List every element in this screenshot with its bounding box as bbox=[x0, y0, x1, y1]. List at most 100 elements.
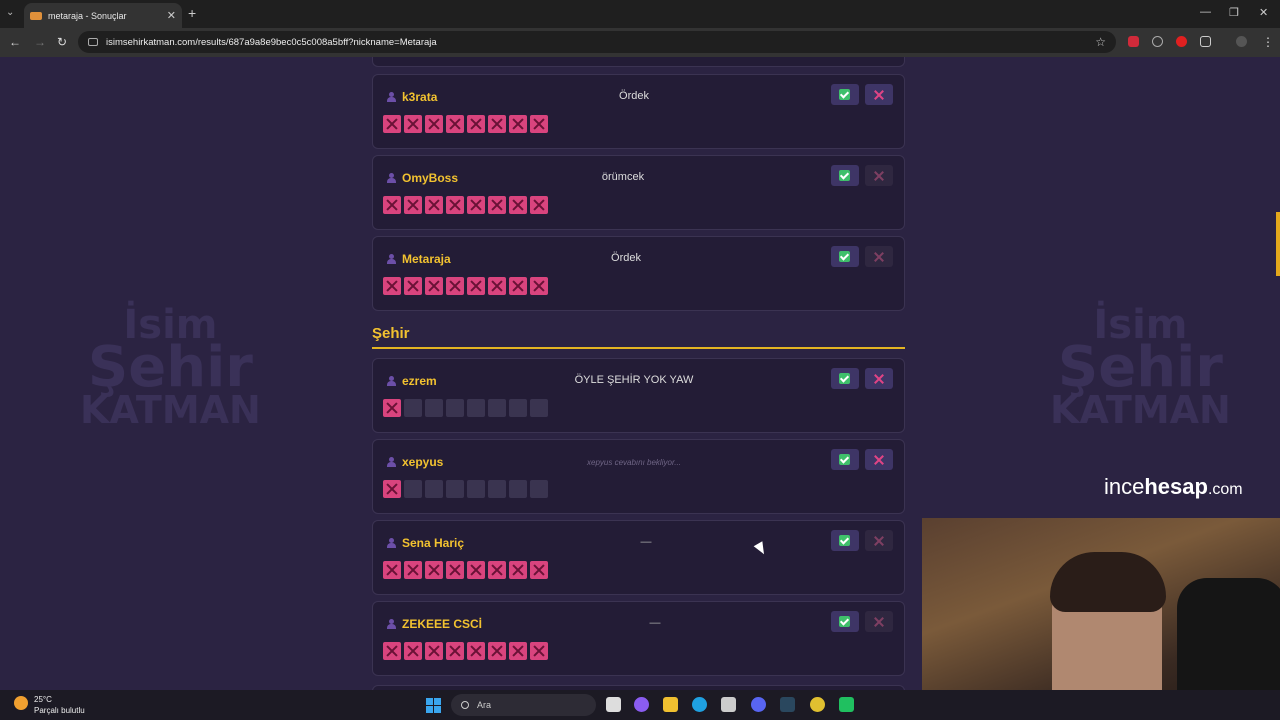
restore-button[interactable]: ❐ bbox=[1229, 6, 1239, 19]
shield-icon[interactable] bbox=[1152, 36, 1163, 47]
approve-button[interactable] bbox=[831, 246, 859, 267]
player-answer: — bbox=[649, 617, 661, 629]
check-icon bbox=[839, 454, 850, 465]
reject-button[interactable] bbox=[865, 84, 893, 105]
reload-icon[interactable]: ↻ bbox=[57, 35, 67, 49]
discord-icon[interactable] bbox=[751, 697, 766, 712]
user-icon bbox=[387, 457, 396, 467]
streaming-app-icon[interactable] bbox=[839, 697, 854, 712]
taskbar-search-placeholder: Ara bbox=[477, 700, 492, 710]
player-name: ZEKEEE CSCİ bbox=[387, 617, 482, 631]
puzzle-icon[interactable] bbox=[1200, 36, 1211, 47]
player-answer: Ördek bbox=[619, 90, 649, 102]
vote-reject-box bbox=[509, 642, 527, 660]
forward-icon[interactable]: → bbox=[34, 35, 46, 49]
vote-boxes bbox=[383, 561, 548, 579]
tab-title: metaraja - Sonuçlar bbox=[48, 10, 127, 21]
store-icon[interactable] bbox=[721, 697, 736, 712]
vote-reject-box bbox=[467, 196, 485, 214]
check-icon bbox=[839, 373, 850, 384]
edge-icon[interactable] bbox=[692, 697, 707, 712]
vote-empty-box bbox=[530, 399, 548, 417]
address-bar-row: ← → ↻ isimsehirkatman.com/results/687a9a… bbox=[0, 28, 1280, 57]
approve-button[interactable] bbox=[831, 165, 859, 186]
vote-reject-box bbox=[383, 115, 401, 133]
player-name: OmyBoss bbox=[387, 171, 458, 185]
player-answer-card: xepyus xepyus cevabını bekliyor... bbox=[372, 439, 905, 514]
taskbar-search[interactable]: Ara bbox=[451, 694, 596, 716]
task-view-icon[interactable] bbox=[606, 697, 621, 712]
minimize-button[interactable]: — bbox=[1200, 6, 1211, 18]
player-name: Sena Hariç bbox=[387, 536, 464, 550]
close-window-button[interactable]: ✕ bbox=[1259, 6, 1268, 19]
vote-empty-box bbox=[488, 399, 506, 417]
bookmark-star-icon[interactable]: ☆ bbox=[1095, 35, 1106, 49]
profile-avatar[interactable] bbox=[1236, 36, 1247, 47]
chrome-icon[interactable] bbox=[810, 697, 825, 712]
player-answer: örümcek bbox=[601, 171, 645, 183]
user-icon bbox=[387, 376, 396, 386]
approve-button[interactable] bbox=[831, 530, 859, 551]
reject-button[interactable] bbox=[865, 449, 893, 470]
player-answer-card: OmyBoss örümcek bbox=[372, 155, 905, 230]
vote-empty-box bbox=[446, 399, 464, 417]
approve-button[interactable] bbox=[831, 449, 859, 470]
background-logo-left: İsim Şehir KATMAN bbox=[80, 302, 261, 433]
weather-widget[interactable]: 25°C Parçalı bulutlu bbox=[34, 694, 85, 716]
reject-button[interactable] bbox=[865, 165, 893, 186]
check-icon bbox=[839, 170, 850, 181]
player-answer-card: Metaraja Ördek bbox=[372, 236, 905, 311]
file-explorer-icon[interactable] bbox=[663, 697, 678, 712]
vote-reject-box bbox=[404, 277, 422, 295]
vote-reject-box bbox=[446, 561, 464, 579]
vote-reject-box bbox=[467, 561, 485, 579]
extension-icon-2[interactable] bbox=[1176, 36, 1187, 47]
url-field[interactable]: isimsehirkatman.com/results/687a9a8e9bec… bbox=[78, 31, 1116, 53]
player-answer: xepyus cevabını bekliyor... bbox=[587, 458, 681, 467]
weather-condition: Parçalı bulutlu bbox=[34, 706, 85, 715]
player-answer-card: Sena Hariç — bbox=[372, 520, 905, 595]
copilot-icon[interactable] bbox=[634, 697, 649, 712]
reject-button[interactable] bbox=[865, 530, 893, 551]
player-name-text: Metaraja bbox=[402, 252, 451, 266]
vote-reject-box bbox=[383, 480, 401, 498]
player-name-text: k3rata bbox=[402, 90, 438, 104]
approve-button[interactable] bbox=[831, 84, 859, 105]
reject-button[interactable] bbox=[865, 246, 893, 267]
user-icon bbox=[387, 254, 396, 264]
vote-boxes bbox=[383, 277, 548, 295]
extension-icon[interactable] bbox=[1128, 36, 1139, 47]
vote-reject-box bbox=[383, 399, 401, 417]
vote-reject-box bbox=[404, 196, 422, 214]
back-icon[interactable]: ← bbox=[9, 35, 21, 49]
vote-reject-box bbox=[425, 196, 443, 214]
vote-reject-box bbox=[425, 115, 443, 133]
vote-reject-box bbox=[488, 196, 506, 214]
vote-reject-box bbox=[467, 115, 485, 133]
new-tab-button[interactable]: + bbox=[188, 5, 196, 21]
tab-search-icon[interactable]: ⌄ bbox=[6, 7, 14, 18]
vote-empty-box bbox=[530, 480, 548, 498]
scrollbar-thumb[interactable] bbox=[1276, 212, 1280, 276]
vote-reject-box bbox=[509, 115, 527, 133]
weather-icon[interactable] bbox=[14, 696, 28, 710]
weather-temperature: 25°C bbox=[34, 695, 52, 704]
reject-button[interactable] bbox=[865, 611, 893, 632]
vote-reject-box bbox=[530, 277, 548, 295]
user-icon bbox=[387, 538, 396, 548]
approve-button[interactable] bbox=[831, 611, 859, 632]
steam-icon[interactable] bbox=[780, 697, 795, 712]
player-name-text: xepyus bbox=[402, 455, 444, 469]
sponsor-brand-overlay: incehesap.com bbox=[1104, 474, 1243, 499]
player-name: Metaraja bbox=[387, 252, 451, 266]
site-info-icon[interactable] bbox=[88, 38, 98, 46]
user-icon bbox=[387, 173, 396, 183]
vote-reject-box bbox=[404, 115, 422, 133]
browser-tab[interactable]: metaraja - Sonuçlar ✕ bbox=[24, 3, 182, 28]
close-tab-icon[interactable]: ✕ bbox=[167, 9, 176, 22]
start-windows-icon[interactable] bbox=[426, 698, 441, 713]
menu-dots-icon[interactable]: ⋮ bbox=[1262, 35, 1274, 49]
approve-button[interactable] bbox=[831, 368, 859, 389]
reject-button[interactable] bbox=[865, 368, 893, 389]
vote-empty-box bbox=[509, 480, 527, 498]
